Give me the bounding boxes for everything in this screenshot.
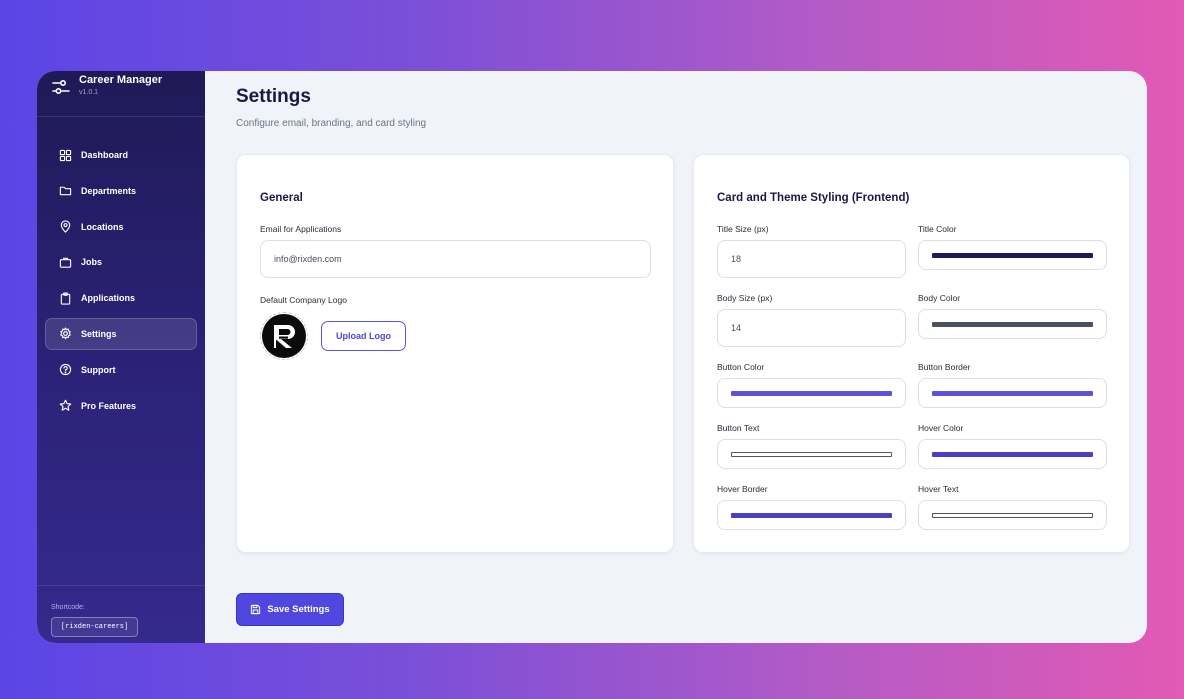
general-title: General [260, 192, 303, 204]
brand: Career Manager v1.0.1 [37, 71, 205, 117]
grid-icon [59, 149, 72, 161]
folder-icon [59, 186, 72, 196]
email-value: info@rixden.com [274, 254, 342, 264]
sidebar-item-label: Applications [81, 293, 136, 304]
logo-label: Default Company Logo [260, 295, 347, 305]
title-size-value: 18 [731, 254, 742, 264]
title-color-picker[interactable] [918, 240, 1107, 270]
sidebar-item-label: Support [81, 364, 116, 375]
company-logo [260, 312, 308, 360]
sidebar-item-support[interactable]: Support [45, 354, 197, 386]
sidebar-nav: Dashboard Departments Locations Jobs App… [37, 117, 205, 422]
hover-text-swatch [932, 512, 1093, 518]
theme-card: Card and Theme Styling (Frontend) Title … [693, 154, 1130, 553]
body-color-picker[interactable] [918, 309, 1107, 339]
shortcode-label: Shortcode: [51, 604, 85, 611]
button-text-label: Button Text [717, 423, 760, 433]
gear-icon [60, 327, 71, 341]
sidebar-item-settings[interactable]: Settings [45, 317, 197, 350]
email-field[interactable]: info@rixden.com [260, 240, 651, 278]
hover-text-label: Hover Text [918, 484, 959, 494]
sidebar-item-jobs[interactable]: Jobs [45, 246, 197, 278]
sliders-icon [52, 79, 70, 95]
map-pin-icon [60, 220, 71, 233]
sidebar-item-departments[interactable]: Departments [45, 175, 197, 207]
sidebar-item-label: Settings [81, 328, 117, 339]
hover-border-swatch [731, 512, 892, 518]
button-color-swatch [731, 390, 892, 396]
sidebar-item-label: Locations [81, 221, 124, 232]
hover-border-picker[interactable] [717, 500, 906, 530]
title-size-field[interactable]: 18 [717, 240, 906, 278]
title-color-swatch [932, 252, 1093, 258]
hover-text-picker[interactable] [918, 500, 1107, 530]
button-color-picker[interactable] [717, 378, 906, 408]
brand-version: v1.0.1 [79, 89, 99, 96]
title-color-label: Title Color [918, 224, 957, 234]
clipboard-icon [60, 292, 71, 305]
briefcase-icon [59, 257, 72, 268]
rixden-logo-icon [262, 314, 306, 358]
shortcode-chip[interactable]: [rixden-careers] [51, 617, 139, 637]
button-text-picker[interactable] [717, 439, 906, 469]
app-window: Career Manager v1.0.1 Dashboard Departme… [37, 71, 1147, 643]
sidebar-item-dashboard[interactable]: Dashboard [45, 139, 197, 171]
body-color-label: Body Color [918, 293, 961, 303]
theme-title: Card and Theme Styling (Frontend) [717, 192, 910, 204]
general-card: General Email for Applications info@rixd… [236, 154, 674, 553]
hover-color-label: Hover Color [918, 423, 964, 433]
help-circle-icon [59, 364, 72, 376]
button-text-swatch [731, 451, 892, 457]
sidebar-item-label: Pro Features [81, 400, 137, 411]
sidebar-item-label: Dashboard [81, 150, 129, 160]
hover-border-label: Hover Border [717, 484, 768, 494]
brand-title: Career Manager [79, 74, 163, 86]
body-color-swatch [932, 321, 1093, 327]
save-label: Save Settings [267, 604, 330, 615]
hover-color-swatch [932, 451, 1093, 457]
star-icon [59, 399, 72, 411]
sidebar-item-label: Jobs [81, 257, 103, 268]
sidebar-item-pro-features[interactable]: Pro Features [45, 390, 197, 422]
button-color-label: Button Color [717, 362, 765, 372]
body-size-label: Body Size (px) [717, 293, 773, 303]
save-icon [251, 604, 261, 615]
button-border-label: Button Border [918, 362, 971, 372]
body-size-value: 14 [731, 323, 742, 333]
save-settings-button[interactable]: Save Settings [236, 593, 344, 626]
hover-color-picker[interactable] [918, 439, 1107, 469]
sidebar: Career Manager v1.0.1 Dashboard Departme… [37, 71, 205, 643]
main-content: Settings Configure email, branding, and … [205, 71, 1147, 643]
page-title: Settings [236, 86, 311, 107]
email-label: Email for Applications [260, 224, 342, 234]
button-border-swatch [932, 390, 1093, 396]
title-size-label: Title Size (px) [717, 224, 769, 234]
body-size-field[interactable]: 14 [717, 309, 906, 347]
sidebar-item-locations[interactable]: Locations [45, 211, 197, 243]
sidebar-footer: Shortcode: [rixden-careers] [37, 585, 205, 643]
sidebar-item-applications[interactable]: Applications [45, 282, 197, 314]
upload-logo-button[interactable]: Upload Logo [321, 321, 406, 351]
sidebar-item-label: Departments [81, 185, 137, 196]
page-subtitle: Configure email, branding, and card styl… [236, 118, 427, 129]
button-border-picker[interactable] [918, 378, 1107, 408]
